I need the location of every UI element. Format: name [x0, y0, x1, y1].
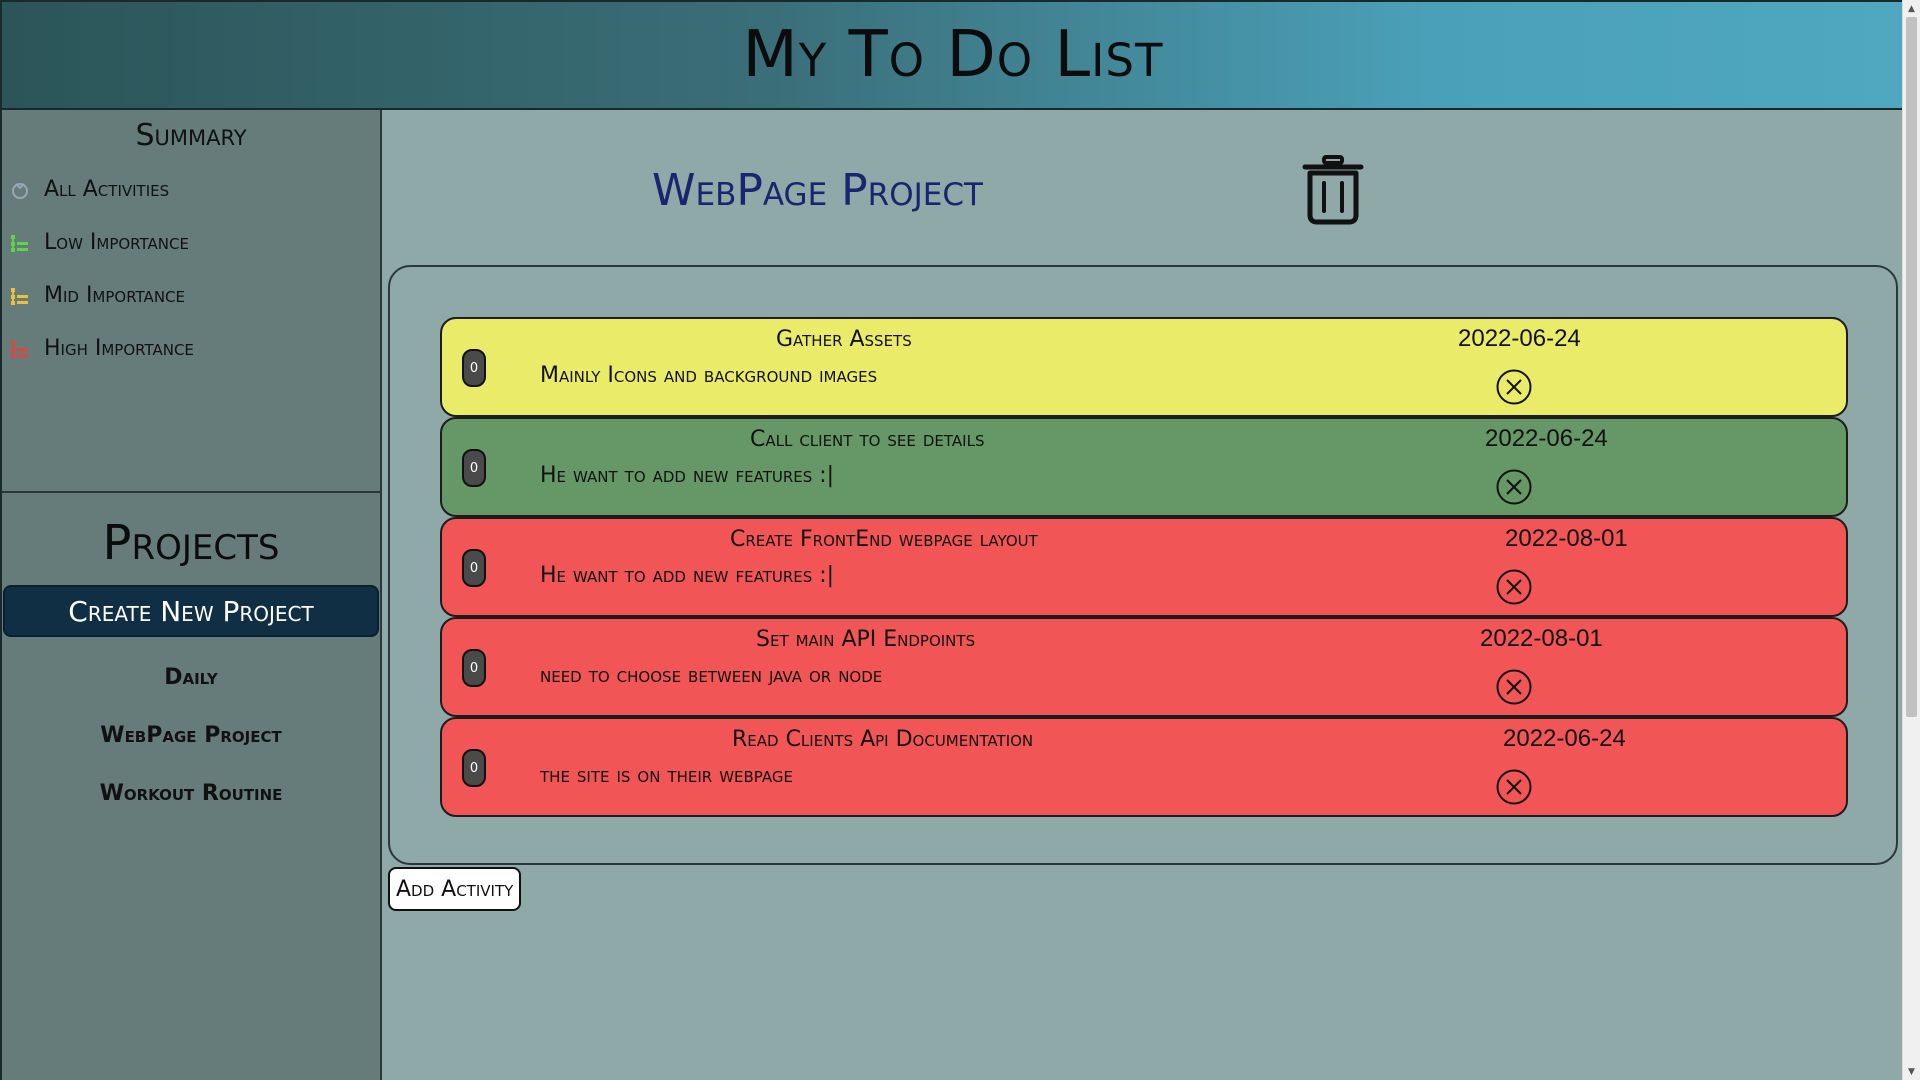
projects-title: Projects: [102, 515, 280, 571]
activity-card[interactable]: 0 Create FrontEnd webpage layout He want…: [440, 517, 1848, 617]
summary-item-label: Mid Importance: [44, 283, 185, 308]
summary-title: Summary: [135, 118, 247, 153]
activity-counter[interactable]: 0: [462, 749, 486, 787]
activity-description: the site is on their webpage: [540, 763, 793, 788]
activity-date: 2022-06-24: [1485, 425, 1608, 452]
app-title: My To Do List: [742, 18, 1164, 92]
activity-date: 2022-06-24: [1458, 325, 1581, 352]
page: My To Do List Summary All Activities Low…: [0, 0, 1920, 1080]
summary-section: Summary All Activities Low Importance Mi…: [2, 110, 380, 493]
project-title: WebPage Project: [652, 165, 983, 216]
header: My To Do List: [2, 0, 1904, 110]
summary-item-low-importance[interactable]: Low Importance: [2, 216, 380, 269]
activity-title: Call client to see details: [750, 427, 985, 452]
project-link-webpage-project[interactable]: WebPage Project: [2, 723, 380, 753]
close-circle-icon[interactable]: [1496, 569, 1532, 605]
add-activity-button[interactable]: Add Activity: [388, 867, 522, 911]
summary-item-label: All Activities: [44, 177, 170, 202]
close-circle-icon[interactable]: [1496, 669, 1532, 705]
close-circle-icon[interactable]: [1496, 469, 1532, 505]
project-link-workout-routine[interactable]: Workout Routine: [2, 781, 380, 811]
summary-item-mid-importance[interactable]: Mid Importance: [2, 269, 380, 322]
activity-date: 2022-08-01: [1480, 625, 1603, 652]
close-circle-icon[interactable]: [1496, 369, 1532, 405]
activity-title: Set main API Endpoints: [756, 627, 976, 652]
activity-description: He want to add new features :|: [540, 563, 835, 588]
scrollbar[interactable]: ▲ ▼: [1902, 0, 1920, 1080]
activity-card[interactable]: 0 Set main API Endpoints need to choose …: [440, 617, 1848, 717]
activity-counter[interactable]: 0: [462, 649, 486, 687]
list-icon: [11, 234, 28, 252]
activity-card[interactable]: 0 Gather Assets Mainly Icons and backgro…: [440, 317, 1848, 417]
activity-list: 0 Gather Assets Mainly Icons and backgro…: [388, 265, 1898, 865]
list-icon: [11, 340, 28, 358]
trash-icon[interactable]: [1302, 155, 1364, 225]
project-link-daily[interactable]: Daily: [2, 665, 380, 695]
all-activities-icon: [12, 182, 28, 199]
activity-counter[interactable]: 0: [462, 349, 486, 387]
activity-card[interactable]: 0 Call client to see details He want to …: [440, 417, 1848, 517]
close-circle-icon[interactable]: [1496, 769, 1532, 805]
list-icon: [11, 287, 28, 305]
activity-date: 2022-06-24: [1503, 725, 1626, 752]
activity-counter[interactable]: 0: [462, 549, 486, 587]
activity-card[interactable]: 0 Read Clients Api Documentation the sit…: [440, 717, 1848, 817]
summary-item-label: Low Importance: [44, 230, 189, 255]
scroll-up-arrow-icon[interactable]: ▲: [1903, 0, 1920, 17]
activity-description: He want to add new features :|: [540, 463, 835, 488]
sidebar: Summary All Activities Low Importance Mi…: [2, 110, 382, 1080]
activity-date: 2022-08-01: [1505, 525, 1628, 552]
create-new-project-button[interactable]: Create New Project: [3, 585, 379, 637]
activity-description: need to choose between java or node: [540, 663, 883, 688]
summary-item-label: High Importance: [44, 336, 194, 361]
activity-counter[interactable]: 0: [462, 449, 486, 487]
scroll-down-arrow-icon[interactable]: ▼: [1903, 1063, 1920, 1080]
scrollbar-thumb[interactable]: [1906, 17, 1917, 717]
activity-title: Gather Assets: [776, 327, 912, 352]
summary-item-high-importance[interactable]: High Importance: [2, 322, 380, 375]
activity-description: Mainly Icons and background images: [540, 363, 878, 388]
summary-item-all-activities[interactable]: All Activities: [2, 163, 380, 216]
activity-title: Create FrontEnd webpage layout: [730, 527, 1038, 552]
activity-title: Read Clients Api Documentation: [732, 727, 1034, 752]
